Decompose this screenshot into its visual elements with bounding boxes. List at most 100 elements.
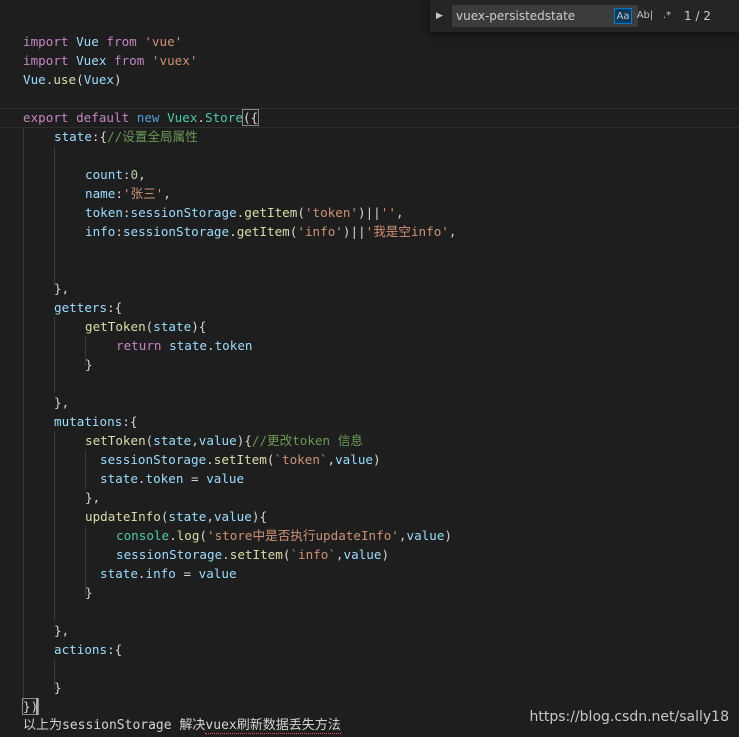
string: `token` (274, 452, 328, 467)
code-line-25[interactable]: }, (85, 488, 100, 507)
punctuation: :{ (107, 300, 123, 315)
code-line-17[interactable]: return state.token (116, 336, 253, 355)
match-case-toggle[interactable]: Aa (614, 8, 632, 24)
identifier: sessionStorage (100, 452, 207, 467)
operator: = (183, 471, 207, 486)
punctuation: . (206, 452, 214, 467)
punctuation: }, (54, 623, 70, 638)
find-input[interactable]: vuex-persistedstate (452, 5, 638, 27)
code-line-10[interactable]: token:sessionStorage.getItem('token')||'… (85, 203, 404, 222)
property: state (54, 129, 92, 144)
property: actions (54, 642, 108, 657)
identifier: state (161, 338, 207, 353)
regex-toggle[interactable]: .* (658, 8, 676, 24)
code-line-9[interactable]: name:'张三', (85, 184, 171, 203)
punctuation: : (122, 167, 131, 182)
identifier: sessionStorage (116, 547, 223, 562)
code-line-11[interactable]: info:sessionStorage.getItem('info')||'我是… (85, 222, 456, 241)
identifier: state (100, 471, 138, 486)
punctuation: . (229, 224, 237, 239)
code-line-27[interactable]: console.log('store中是否执行updateInfo',value… (116, 526, 452, 545)
code-line-14[interactable]: }, (54, 279, 69, 298)
function-name: use (53, 72, 77, 87)
indent-guide (85, 450, 86, 490)
match-count: 1 / 2 (684, 9, 711, 23)
indent-guide (54, 146, 55, 286)
string: '' (380, 205, 396, 220)
function-name: getToken (85, 319, 146, 334)
string: '我是空info' (365, 224, 449, 239)
comment: //设置全局属性 (107, 129, 198, 144)
code-line-1[interactable]: import Vue from 'vue' (23, 32, 182, 51)
code-editor[interactable]: import Vue from 'vue' import Vuex from '… (0, 0, 739, 737)
code-line-32[interactable]: }, (54, 621, 69, 640)
code-line-29[interactable]: state.info = value (100, 564, 237, 583)
property: mutations (54, 414, 123, 429)
property: token (145, 471, 184, 486)
parameter: state (153, 319, 192, 334)
keyword: import (23, 34, 69, 49)
punctuation: , (448, 224, 457, 239)
indent-guide (54, 431, 55, 621)
punctuation: }, (54, 395, 70, 410)
keyword: return (116, 338, 162, 353)
code-line-22[interactable]: setToken(state,value){//更改token 信息 (85, 431, 363, 450)
punctuation: ){ (251, 509, 268, 524)
footer-prefix: 以上为 (23, 718, 63, 733)
function-name: getItem (244, 205, 298, 220)
function-name: getItem (236, 224, 290, 239)
punctuation: } (54, 680, 62, 695)
class-name: Vuex (159, 110, 198, 125)
code-line-3[interactable]: Vue.use(Vuex) (23, 70, 122, 89)
code-line-18[interactable]: } (85, 355, 93, 374)
code-line-16[interactable]: getToken(state){ (85, 317, 206, 336)
punctuation: . (222, 547, 230, 562)
identifier: console (116, 528, 170, 543)
code-line-33[interactable]: actions:{ (54, 640, 122, 659)
keyword: export (23, 110, 69, 125)
code-line-20[interactable]: }, (54, 393, 69, 412)
code-line-28[interactable]: sessionStorage.setItem(`info`,value) (116, 545, 389, 564)
parameter: state (153, 433, 192, 448)
number: 0 (130, 167, 139, 182)
code-line-6[interactable]: state:{//设置全局属性 (54, 127, 198, 146)
property: token (214, 338, 253, 353)
keyword: from (106, 34, 137, 49)
punctuation: . (197, 110, 206, 125)
punctuation: }, (85, 490, 101, 505)
code-line-8[interactable]: count:0, (85, 165, 146, 184)
punctuation: ){ (191, 319, 207, 334)
identifier: value (206, 471, 245, 486)
code-line-5[interactable]: export default new Vuex.Store({ (23, 108, 260, 127)
punctuation: } (85, 357, 93, 372)
punctuation: , (395, 205, 404, 220)
punctuation: ) (444, 528, 452, 543)
punctuation: ( (199, 528, 208, 543)
code-line-15[interactable]: getters:{ (54, 298, 122, 317)
code-line-23[interactable]: sessionStorage.setItem(`token`,value) (100, 450, 381, 469)
code-line-2[interactable]: import Vuex from 'vuex' (23, 51, 197, 70)
identifier: value (198, 566, 237, 581)
matched-bracket: ({ (241, 109, 260, 126)
code-line-35[interactable]: } (54, 678, 62, 697)
chevron-right-icon[interactable]: ▶ (436, 9, 446, 23)
property: token (85, 205, 123, 220)
identifier: Vuex (83, 72, 115, 87)
string: 'info' (297, 224, 343, 239)
parameter: value (198, 433, 237, 448)
punctuation: ) (381, 547, 390, 562)
identifier: Vuex (68, 53, 114, 68)
identifier: sessionStorage (122, 224, 230, 239)
code-line-21[interactable]: mutations:{ (54, 412, 137, 431)
punctuation: . (137, 566, 146, 581)
whole-word-toggle[interactable]: Ab| (636, 8, 654, 24)
punctuation: . (207, 338, 215, 353)
punctuation: , (163, 186, 171, 201)
code-line-24[interactable]: state.token = value (100, 469, 244, 488)
identifier: value (406, 528, 445, 543)
code-line-30[interactable]: } (85, 583, 93, 602)
identifier: Vue (68, 34, 107, 49)
code-line-26[interactable]: updateInfo(state,value){ (85, 507, 267, 526)
string: `info` (290, 547, 336, 562)
punctuation: :{ (122, 414, 138, 429)
